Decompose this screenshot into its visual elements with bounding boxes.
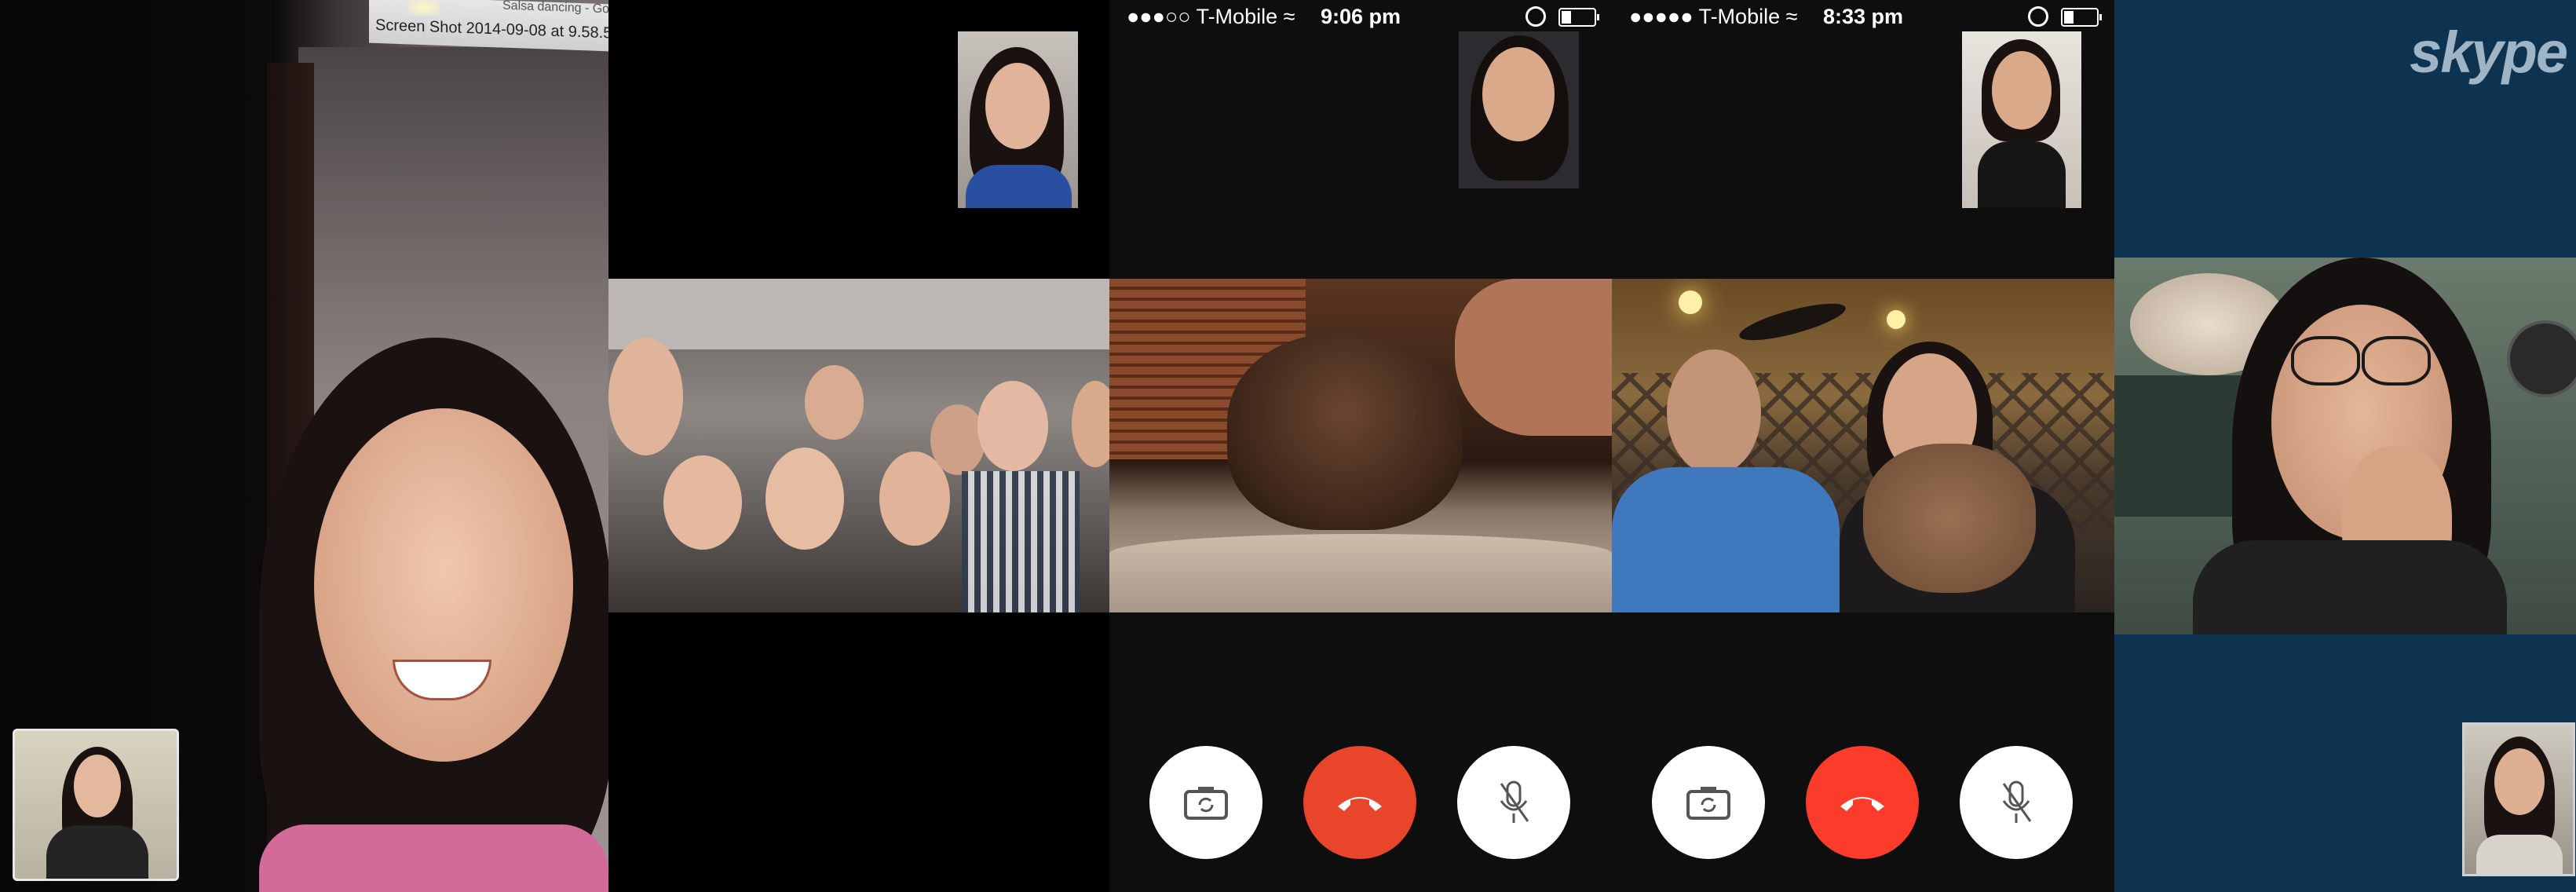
remote-video-group <box>608 279 1109 612</box>
pip-shirt <box>2476 835 2563 874</box>
father-shirt <box>1612 467 1840 612</box>
dog-body <box>1227 334 1463 530</box>
self-view-thumbnail[interactable] <box>958 31 1078 208</box>
ceiling <box>608 279 1109 349</box>
person-2-face <box>663 455 742 550</box>
girl-shirt <box>259 824 608 892</box>
end-call-icon <box>1338 797 1382 811</box>
person-8-face <box>1072 381 1109 467</box>
status-bar: ●●●●● T-Mobile ≈ 8:33 pm <box>1612 0 2114 33</box>
facetime-mac-panel: Salsa dancing - Goo Screen Shot 2014-09-… <box>0 0 608 892</box>
remote-video-parents <box>1612 279 2114 612</box>
person-partial-face <box>1455 279 1612 436</box>
skype-logo: skype <box>2410 20 2568 85</box>
person-1-face <box>608 338 683 455</box>
plaid-shirt <box>962 471 1080 612</box>
camera-flip-icon <box>1184 787 1228 820</box>
end-call-button[interactable] <box>1303 746 1416 859</box>
pip-face <box>2494 748 2545 815</box>
blanket <box>1109 534 1612 612</box>
status-bar: ●●●○○ T-Mobile ≈ 9:06 pm <box>1109 0 1612 33</box>
ceiling-light-2 <box>1887 310 1906 329</box>
mute-button[interactable] <box>1960 746 2073 859</box>
facetime-phone-dog-panel: ●●●○○ T-Mobile ≈ 9:06 pm <box>1109 0 1612 892</box>
screenshot-filename: Screen Shot 2014-09-08 at 9.58.50 pm <box>375 16 608 43</box>
ceiling-light-1 <box>1679 291 1702 314</box>
self-view-thumbnail[interactable] <box>2462 722 2575 876</box>
facetime-phone-group-panel <box>608 0 1109 892</box>
pip-body <box>46 825 148 879</box>
person-4-face <box>805 365 864 440</box>
ceiling-fan <box>1736 296 1849 348</box>
skype-panel: skype <box>2114 0 2576 892</box>
end-call-icon <box>1840 797 1884 811</box>
battery-icon <box>1558 8 1599 27</box>
girl-shirt <box>2193 540 2507 634</box>
girl-glasses-right <box>2362 336 2431 386</box>
pip-face <box>1992 51 2052 130</box>
frying-pan <box>2507 320 2576 397</box>
father-face <box>1667 349 1761 475</box>
dog <box>1863 444 2036 593</box>
flip-camera-button[interactable] <box>1149 746 1262 859</box>
light-glow <box>408 0 440 16</box>
mute-microphone-icon <box>1500 780 1529 823</box>
girl-face <box>314 408 573 762</box>
flip-camera-button[interactable] <box>1652 746 1765 859</box>
pip-face <box>985 63 1050 149</box>
person-3-face <box>765 448 844 550</box>
remote-video-dog <box>1109 279 1612 612</box>
pip-shirt <box>966 165 1072 208</box>
pip-top <box>1978 141 2066 208</box>
girl-glasses-left <box>2291 336 2360 386</box>
person-7-face <box>977 381 1048 471</box>
pip-face <box>74 755 121 817</box>
browser-tab-label: Salsa dancing - Goo <box>502 0 608 16</box>
person-6-face <box>930 404 985 475</box>
rotation-lock-icon <box>2028 6 2048 27</box>
end-call-button[interactable] <box>1806 746 1919 859</box>
rotation-lock-icon <box>1526 6 1546 27</box>
facetime-phone-parents-panel: ●●●●● T-Mobile ≈ 8:33 pm <box>1612 0 2114 892</box>
video-call-collage: Salsa dancing - Goo Screen Shot 2014-09-… <box>0 0 2576 892</box>
camera-flip-icon <box>1686 787 1730 820</box>
pip-face <box>1482 47 1555 141</box>
self-view-thumbnail[interactable] <box>1459 31 1579 188</box>
mute-microphone-icon <box>2002 780 2032 823</box>
mac-screenshot-bar: Salsa dancing - Goo Screen Shot 2014-09-… <box>369 0 608 52</box>
mute-button[interactable] <box>1457 746 1570 859</box>
self-view-thumbnail[interactable] <box>13 729 179 881</box>
self-view-thumbnail[interactable] <box>1962 31 2081 208</box>
remote-video-skype <box>2114 258 2576 634</box>
battery-icon <box>2061 8 2102 27</box>
